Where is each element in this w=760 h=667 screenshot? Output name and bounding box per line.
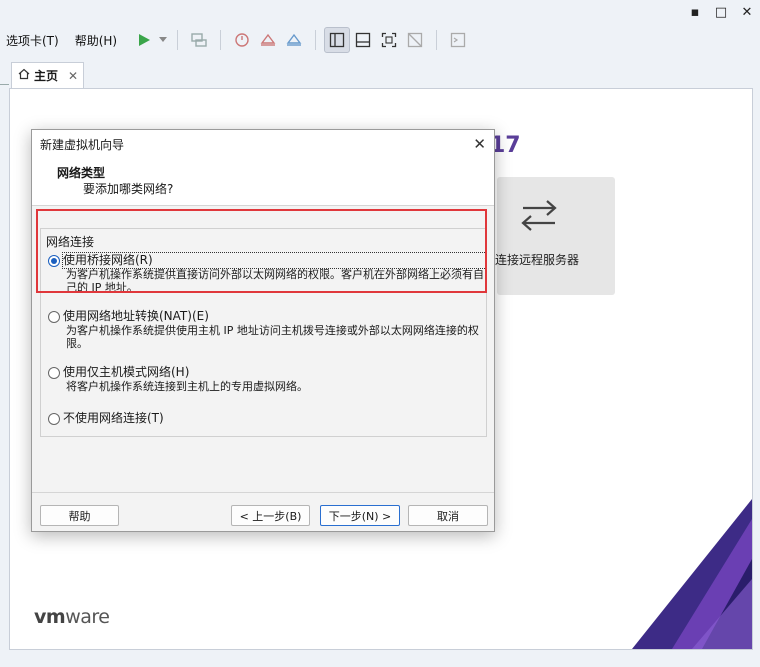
home-icon xyxy=(18,68,30,83)
title-bar: ▪ □ ✕ xyxy=(0,0,760,24)
power-on-icon[interactable] xyxy=(131,27,157,53)
console-view-icon[interactable] xyxy=(350,27,376,53)
window-controls: ▪ □ ✕ xyxy=(682,0,760,24)
minimize-button[interactable]: ▪ xyxy=(682,0,708,24)
option-host-only[interactable]: 使用仅主机模式网络(H) 将客户机操作系统连接到主机上的专用虚拟网络。 xyxy=(48,365,486,393)
menu-toolbar: 选项卡(T) 帮助(H) xyxy=(0,24,760,56)
radio-host-only[interactable] xyxy=(48,367,60,379)
option-nat-desc: 为客户机操作系统提供使用主机 IP 地址访问主机拨号连接或外部以太网网络连接的权… xyxy=(66,324,479,350)
option-host-only-label[interactable]: 使用仅主机模式网络(H) xyxy=(63,365,486,380)
dialog-titlebar: 新建虚拟机向导 ✕ xyxy=(32,130,494,158)
new-vm-wizard-dialog: 新建虚拟机向导 ✕ 网络类型 要添加哪类网络? 网络连接 使用桥接网络(R) 为… xyxy=(31,129,495,532)
back-button[interactable]: < 上一步(B) xyxy=(231,505,310,526)
dialog-footer: 帮助 < 上一步(B) 下一步(N) > 取消 xyxy=(32,492,494,531)
connect-remote-server-label: 连接远程服务器 xyxy=(495,253,580,267)
connect-remote-server-card[interactable]: 连接远程服务器 xyxy=(495,177,615,295)
option-no-network[interactable]: 不使用网络连接(T) xyxy=(48,411,164,426)
radio-bridged[interactable] xyxy=(48,255,60,267)
network-connection-group: 网络连接 使用桥接网络(R) 为客户机操作系统提供直接访问外部以太网网络的权限。… xyxy=(40,228,487,437)
tab-home[interactable]: 主页 ✕ xyxy=(11,62,84,88)
snapshot-icon[interactable] xyxy=(229,27,255,53)
toolbar-separator xyxy=(315,30,317,50)
option-no-network-label[interactable]: 不使用网络连接(T) xyxy=(63,411,164,426)
next-button[interactable]: 下一步(N) > xyxy=(320,505,400,526)
toolbar-separator xyxy=(220,30,222,50)
sidebar-edge xyxy=(0,84,9,96)
help-button[interactable]: 帮助 xyxy=(40,505,119,526)
group-label: 网络连接 xyxy=(46,235,95,249)
close-button[interactable]: ✕ xyxy=(734,0,760,24)
fullscreen-icon[interactable] xyxy=(376,27,402,53)
vmware-logo: vmware xyxy=(34,606,110,628)
corner-decoration xyxy=(632,499,752,649)
tab-bar: 主页 ✕ xyxy=(0,58,760,88)
send-keys-icon[interactable] xyxy=(186,27,212,53)
dialog-title: 新建虚拟机向导 xyxy=(40,137,125,152)
sidebar-view-icon[interactable] xyxy=(324,27,351,53)
snapshot-manager-icon[interactable] xyxy=(281,27,307,53)
option-bridged-desc: 为客户机操作系统提供直接访问外部以太网网络的权限。客户机在外部网络上必须有自己的… xyxy=(66,268,484,294)
option-host-only-desc: 将客户机操作系统连接到主机上的专用虚拟网络。 xyxy=(66,380,308,393)
option-nat-label[interactable]: 使用网络地址转换(NAT)(E) xyxy=(63,309,486,324)
radio-nat[interactable] xyxy=(48,311,60,323)
dialog-header: 网络类型 要添加哪类网络? xyxy=(32,158,494,206)
dialog-close-icon[interactable]: ✕ xyxy=(473,135,486,153)
radio-no-network[interactable] xyxy=(48,413,60,425)
menu-tabs[interactable]: 选项卡(T) xyxy=(0,32,65,49)
swap-arrows-icon xyxy=(519,195,559,238)
cancel-button[interactable]: 取消 xyxy=(408,505,488,526)
revert-snapshot-icon[interactable] xyxy=(255,27,281,53)
menu-help[interactable]: 帮助(H) xyxy=(69,32,123,49)
toolbar-separator xyxy=(177,30,179,50)
tab-home-label: 主页 xyxy=(34,69,59,83)
dialog-subheading: 要添加哪类网络? xyxy=(83,182,174,196)
option-nat[interactable]: 使用网络地址转换(NAT)(E) 为客户机操作系统提供使用主机 IP 地址访问主… xyxy=(48,309,486,350)
terminal-icon[interactable] xyxy=(445,27,471,53)
maximize-button[interactable]: □ xyxy=(708,0,734,24)
option-bridged-label[interactable]: 使用桥接网络(R) xyxy=(62,252,487,269)
option-bridged[interactable]: 使用桥接网络(R) 为客户机操作系统提供直接访问外部以太网网络的权限。客户机在外… xyxy=(48,252,487,294)
dialog-heading: 网络类型 xyxy=(57,166,106,180)
unity-icon[interactable] xyxy=(402,27,428,53)
power-dropdown-chevron-icon[interactable] xyxy=(157,27,169,53)
toolbar-separator xyxy=(436,30,438,50)
tab-close-icon[interactable]: ✕ xyxy=(68,69,78,83)
